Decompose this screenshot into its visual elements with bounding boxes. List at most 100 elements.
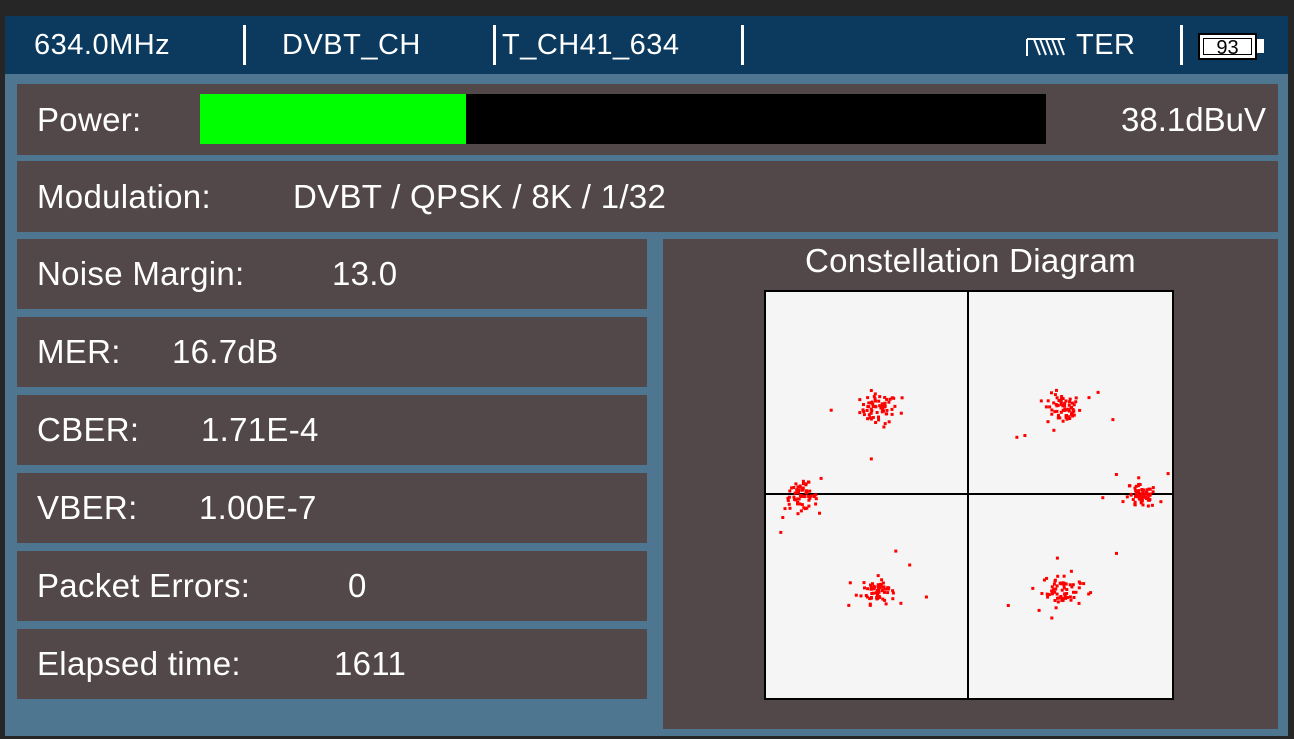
constellation-point [877,399,881,403]
constellation-point [868,603,872,607]
separator [493,25,496,65]
constellation-point [787,502,791,506]
constellation-point [1050,616,1054,620]
constellation-point [1050,589,1054,593]
constellation-point [1087,592,1091,596]
constellation-point [883,598,887,602]
constellation-point [893,404,897,408]
constellation-point [1149,492,1153,496]
constellation-point [809,494,813,498]
constellation-point [799,509,803,513]
constellation-point [847,603,851,607]
modulation-value: DVBT / QPSK / 8K / 1/32 [293,178,667,215]
constellation-panel: Constellation Diagram [663,239,1278,729]
constellation-plot [764,290,1174,700]
constellation-point [1058,581,1062,585]
constellation-point [908,563,912,567]
constellation-point [875,589,879,592]
packet-errors-label: Packet Errors: [37,567,251,604]
constellation-point [861,408,865,412]
constellation-point [1068,595,1072,599]
constellation-point [894,549,898,553]
constellation-point [793,491,797,495]
constellation-point [870,401,874,405]
constellation-point [884,412,888,416]
constellation-point [1074,590,1078,594]
constellation-point [891,597,895,601]
constellation-point [876,574,880,578]
constellation-point [1061,397,1065,400]
constellation-point [880,402,884,406]
packet-errors-panel: Packet Errors: 0 [17,551,647,621]
constellation-point [1056,574,1060,578]
constellation-point [1140,499,1144,503]
constellation-point [804,483,808,487]
constellation-point [1150,503,1154,507]
constellation-point [872,584,876,588]
constellation-point [1068,397,1072,401]
constellation-point [1063,404,1067,408]
constellation-point [805,491,809,495]
constellation-point [1006,604,1010,607]
constellation-point [869,407,873,411]
constellation-point [880,589,884,593]
constellation-point [1040,592,1044,595]
constellation-point [1143,492,1147,496]
constellation-point [1050,408,1054,412]
constellation-point [864,594,868,597]
constellation-point [874,399,877,403]
constellation-point [1151,486,1155,490]
constellation-point [1053,410,1057,414]
constellation-point [1146,504,1150,508]
constellation-point [1070,411,1074,415]
constellation-point [899,601,903,605]
constellation-point [1096,390,1100,394]
constellation-point [1058,416,1062,420]
constellation-point [869,457,873,461]
constellation-point [862,403,865,406]
constellation-point [1159,500,1163,504]
antenna-icon [1026,38,1065,56]
constellation-point [1046,595,1050,599]
constellation-point [1115,551,1118,555]
constellation-point [871,582,874,586]
constellation-point [1037,608,1041,612]
constellation-point [866,405,870,409]
constellation-point [1128,484,1132,488]
constellation-point [1067,415,1071,419]
constellation-point [1067,403,1071,407]
packet-errors-value: 0 [348,567,367,604]
battery-icon: 93 [1198,33,1257,60]
constellation-point [1053,578,1057,582]
constellation-point [1046,420,1050,424]
constellation-point [1064,582,1068,586]
constellation-point [1087,396,1091,400]
constellation-point [882,409,885,413]
constellation-point [1074,400,1078,404]
constellation-point [883,401,887,405]
constellation-point [1056,596,1059,600]
constellation-point [783,507,787,511]
constellation-point [1052,401,1056,405]
constellation-point [1046,399,1050,403]
constellation-point [1137,476,1141,480]
constellation-point [875,597,879,601]
constellation-point [887,420,891,424]
elapsed-time-value: 1611 [334,645,407,682]
constellation-point [797,490,800,494]
constellation-point [858,411,862,415]
constellation-point [1129,492,1133,496]
constellation-point [794,498,798,502]
constellation-point [887,586,891,590]
constellation-point [1082,582,1086,586]
constellation-point [1058,399,1062,403]
constellation-point [1072,403,1076,407]
constellation-point [818,511,821,515]
constellation-point [1052,428,1056,432]
constellation-point [1078,581,1082,585]
separator [243,25,246,65]
cber-panel: CBER: 1.71E-4 [17,395,647,465]
constellation-point [1111,418,1115,422]
constellation-point [1052,582,1056,586]
constellation-point [1061,599,1065,602]
